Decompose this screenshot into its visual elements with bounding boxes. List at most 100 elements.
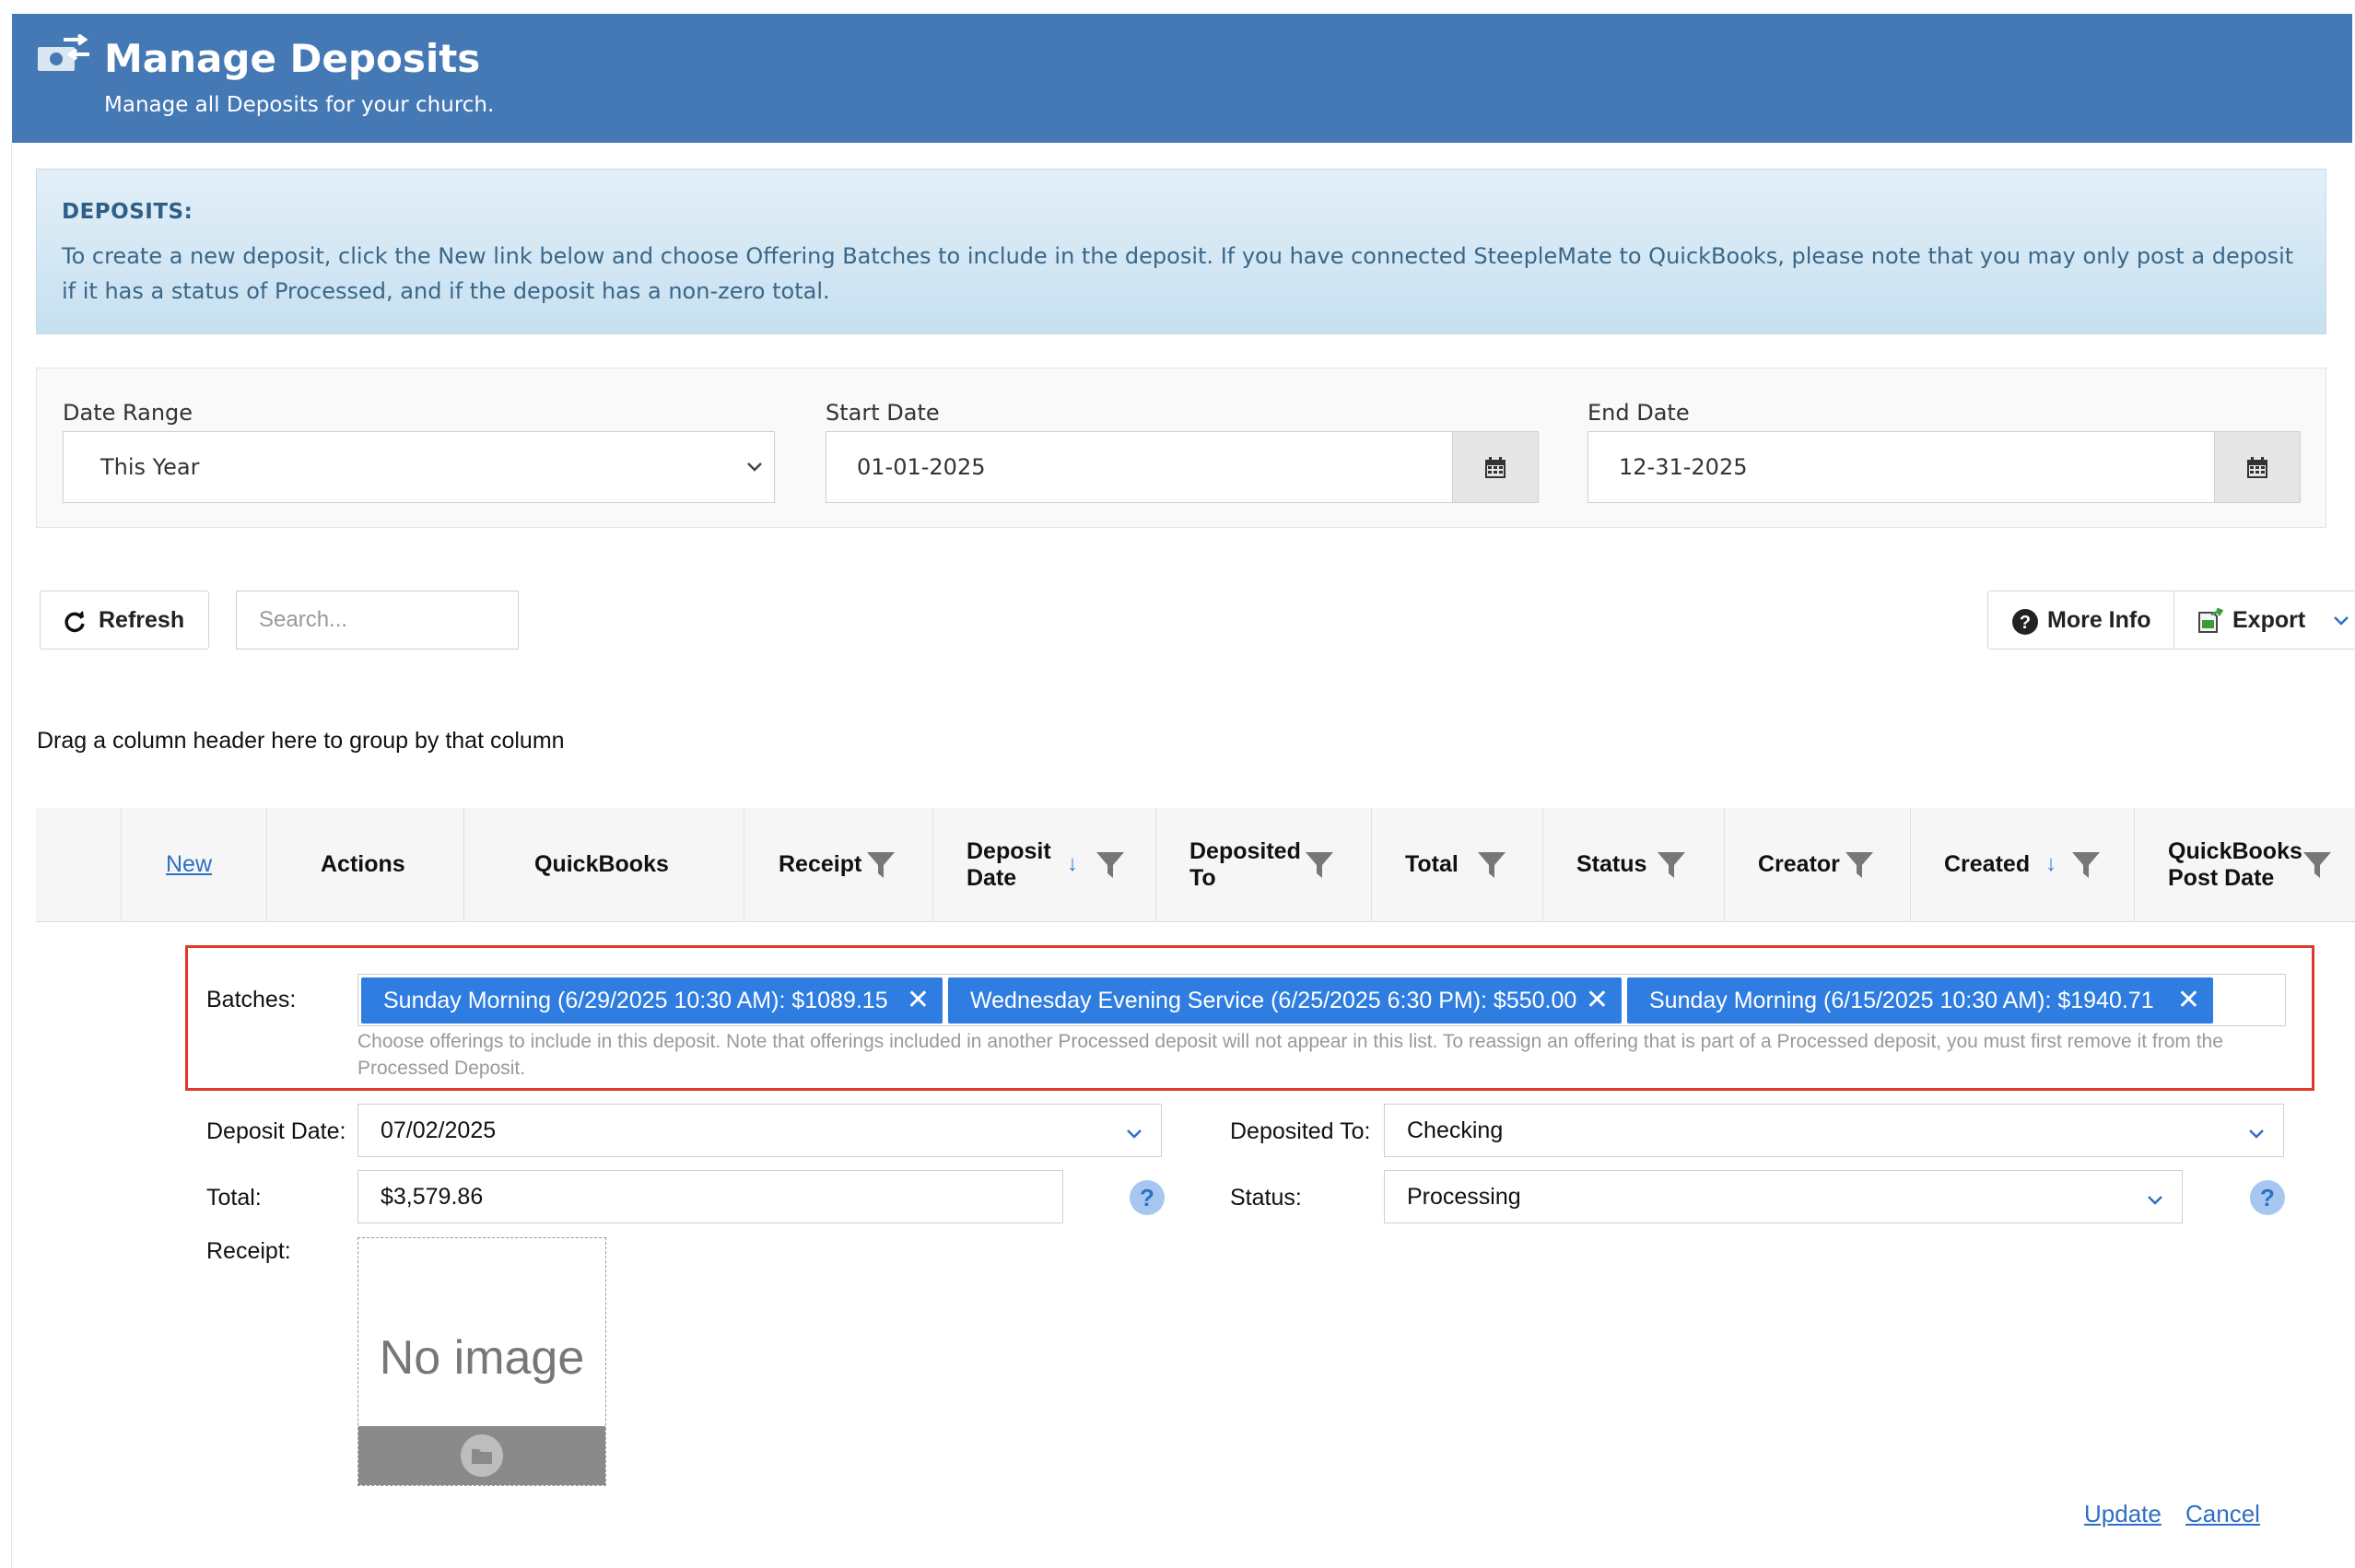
receipt-upload-bar[interactable] bbox=[358, 1426, 605, 1485]
grid-column-deposited-to[interactable]: Deposited To bbox=[1155, 808, 1371, 922]
refresh-label: Refresh bbox=[99, 607, 185, 633]
column-header-total: Total bbox=[1405, 851, 1459, 877]
remove-tag-icon[interactable]: ✕ bbox=[1586, 977, 1609, 1024]
column-header-created: Created bbox=[1944, 851, 2031, 877]
svg-text:?: ? bbox=[2020, 613, 2031, 633]
column-header-actions: Actions bbox=[321, 851, 405, 877]
batches-help-text: Choose offerings to include in this depo… bbox=[357, 1031, 2223, 1079]
more-info-label: More Info bbox=[2047, 607, 2151, 633]
update-link[interactable]: Update bbox=[2084, 1500, 2162, 1528]
grid-column-deposit-date[interactable]: Deposit Date ↓ bbox=[932, 808, 1155, 922]
start-date-value: 01-01-2025 bbox=[857, 454, 986, 480]
end-date-label: End Date bbox=[1588, 400, 1690, 426]
start-date-label: Start Date bbox=[826, 400, 940, 426]
deposit-date-picker[interactable]: 07/02/2025 bbox=[357, 1104, 1162, 1157]
deposited-to-select[interactable]: Checking bbox=[1384, 1104, 2284, 1157]
grid-column-expand bbox=[36, 808, 121, 922]
more-info-button[interactable]: ? More Info bbox=[1987, 591, 2174, 649]
export-file-icon bbox=[2198, 607, 2224, 633]
grid-column-receipt[interactable]: Receipt bbox=[744, 808, 932, 922]
batch-tag[interactable]: Sunday Morning (6/29/2025 10:30 AM): $10… bbox=[361, 977, 943, 1024]
status-help-icon[interactable]: ? bbox=[2250, 1180, 2285, 1215]
filter-icon[interactable] bbox=[2302, 850, 2332, 880]
column-header-receipt: Receipt bbox=[779, 851, 862, 877]
total-input[interactable]: $3,579.86 bbox=[357, 1170, 1063, 1223]
chevron-down-icon[interactable] bbox=[1124, 1123, 1144, 1143]
page-title: Manage Deposits bbox=[104, 36, 481, 81]
receipt-label: Receipt: bbox=[206, 1238, 291, 1264]
column-header-deposit-date-line1: Deposit bbox=[967, 838, 1051, 864]
status-label: Status: bbox=[1230, 1185, 1302, 1211]
chevron-down-icon[interactable] bbox=[2145, 1189, 2165, 1210]
filter-icon[interactable] bbox=[1477, 850, 1506, 880]
date-range-select[interactable]: This Year bbox=[63, 431, 775, 503]
calendar-icon bbox=[2247, 457, 2267, 478]
batch-tag[interactable]: Sunday Morning (6/15/2025 10:30 AM): $19… bbox=[1627, 977, 2213, 1024]
page-subtitle: Manage all Deposits for your church. bbox=[104, 93, 495, 117]
deposited-to-value: Checking bbox=[1407, 1117, 1504, 1143]
page-left-border bbox=[11, 143, 12, 1568]
deposited-to-label: Deposited To: bbox=[1230, 1118, 1371, 1144]
chevron-down-icon[interactable] bbox=[2331, 610, 2351, 630]
folder-icon[interactable] bbox=[461, 1434, 503, 1477]
end-date-calendar-button[interactable] bbox=[2215, 431, 2301, 503]
info-panel: DEPOSITS: To create a new deposit, click… bbox=[36, 169, 2326, 334]
column-header-deposited-to-line1: Deposited bbox=[1189, 838, 1301, 864]
chevron-down-icon[interactable] bbox=[2246, 1123, 2267, 1143]
column-header-qb-post-line1: QuickBooks bbox=[2168, 838, 2302, 864]
grid-column-creator[interactable]: Creator bbox=[1724, 808, 1910, 922]
start-date-calendar-button[interactable] bbox=[1453, 431, 1539, 503]
column-header-status: Status bbox=[1576, 851, 1647, 877]
page-header: Manage Deposits Manage all Deposits for … bbox=[12, 14, 2352, 143]
info-title: DEPOSITS: bbox=[62, 200, 193, 224]
date-range-label: Date Range bbox=[63, 400, 193, 426]
receipt-upload[interactable]: No image bbox=[357, 1237, 606, 1486]
grid-column-created[interactable]: Created ↓ bbox=[1910, 808, 2134, 922]
export-button[interactable]: Export bbox=[2173, 591, 2355, 649]
grid-column-status[interactable]: Status bbox=[1542, 808, 1724, 922]
total-help-icon[interactable]: ? bbox=[1130, 1180, 1165, 1215]
remove-tag-icon[interactable]: ✕ bbox=[907, 977, 930, 1024]
cancel-link[interactable]: Cancel bbox=[2185, 1500, 2260, 1528]
new-link[interactable]: New bbox=[166, 851, 212, 878]
grid-column-total[interactable]: Total bbox=[1371, 808, 1542, 922]
status-value: Processing bbox=[1407, 1184, 1521, 1210]
column-header-qb-post-line2: Post Date bbox=[2168, 865, 2275, 891]
end-date-input[interactable]: 12-31-2025 bbox=[1588, 431, 2215, 503]
group-by-hint: Drag a column header here to group by th… bbox=[37, 728, 565, 754]
info-text: To create a new deposit, click the New l… bbox=[62, 243, 2294, 304]
batch-tag-label: Wednesday Evening Service (6/25/2025 6:3… bbox=[970, 988, 1577, 1013]
deposit-date-value: 07/02/2025 bbox=[381, 1117, 497, 1143]
batch-tag[interactable]: Wednesday Evening Service (6/25/2025 6:3… bbox=[948, 977, 1622, 1024]
status-select[interactable]: Processing bbox=[1384, 1170, 2183, 1223]
filter-icon[interactable] bbox=[1845, 850, 1874, 880]
money-transfer-icon bbox=[38, 34, 89, 71]
filter-panel: Date Range This Year Start Date 01-01-20… bbox=[36, 368, 2326, 528]
column-header-deposit-date-line2: Date bbox=[967, 865, 1017, 891]
total-value: $3,579.86 bbox=[381, 1184, 484, 1210]
grid-column-quickbooks-post-date[interactable]: QuickBooks Post Date bbox=[2134, 808, 2355, 922]
filter-icon[interactable] bbox=[1095, 850, 1125, 880]
chevron-down-icon bbox=[747, 462, 762, 472]
search-input[interactable]: Search... bbox=[236, 591, 519, 649]
column-header-deposited-to-line2: To bbox=[1189, 865, 1216, 891]
refresh-icon bbox=[64, 611, 85, 633]
filter-icon[interactable] bbox=[1305, 850, 1334, 880]
total-label: Total: bbox=[206, 1185, 262, 1211]
batch-tag-label: Sunday Morning (6/15/2025 10:30 AM): $19… bbox=[1649, 988, 2154, 1013]
filter-icon[interactable] bbox=[1657, 850, 1686, 880]
question-circle-icon: ? bbox=[2012, 609, 2038, 635]
filter-icon[interactable] bbox=[2071, 850, 2101, 880]
remove-tag-icon[interactable]: ✕ bbox=[2177, 977, 2200, 1024]
grid-column-quickbooks[interactable]: QuickBooks bbox=[463, 808, 744, 922]
deposit-date-label: Deposit Date: bbox=[206, 1118, 346, 1144]
grid-column-actions[interactable]: Actions bbox=[266, 808, 463, 922]
filter-icon[interactable] bbox=[866, 850, 896, 880]
end-date-value: 12-31-2025 bbox=[1619, 454, 1748, 480]
column-header-quickbooks: QuickBooks bbox=[534, 851, 669, 877]
calendar-icon bbox=[1485, 457, 1506, 478]
refresh-button[interactable]: Refresh bbox=[40, 591, 209, 649]
sort-down-icon: ↓ bbox=[1067, 851, 1078, 876]
start-date-input[interactable]: 01-01-2025 bbox=[826, 431, 1453, 503]
batches-multiselect[interactable]: Sunday Morning (6/29/2025 10:30 AM): $10… bbox=[357, 974, 2286, 1026]
